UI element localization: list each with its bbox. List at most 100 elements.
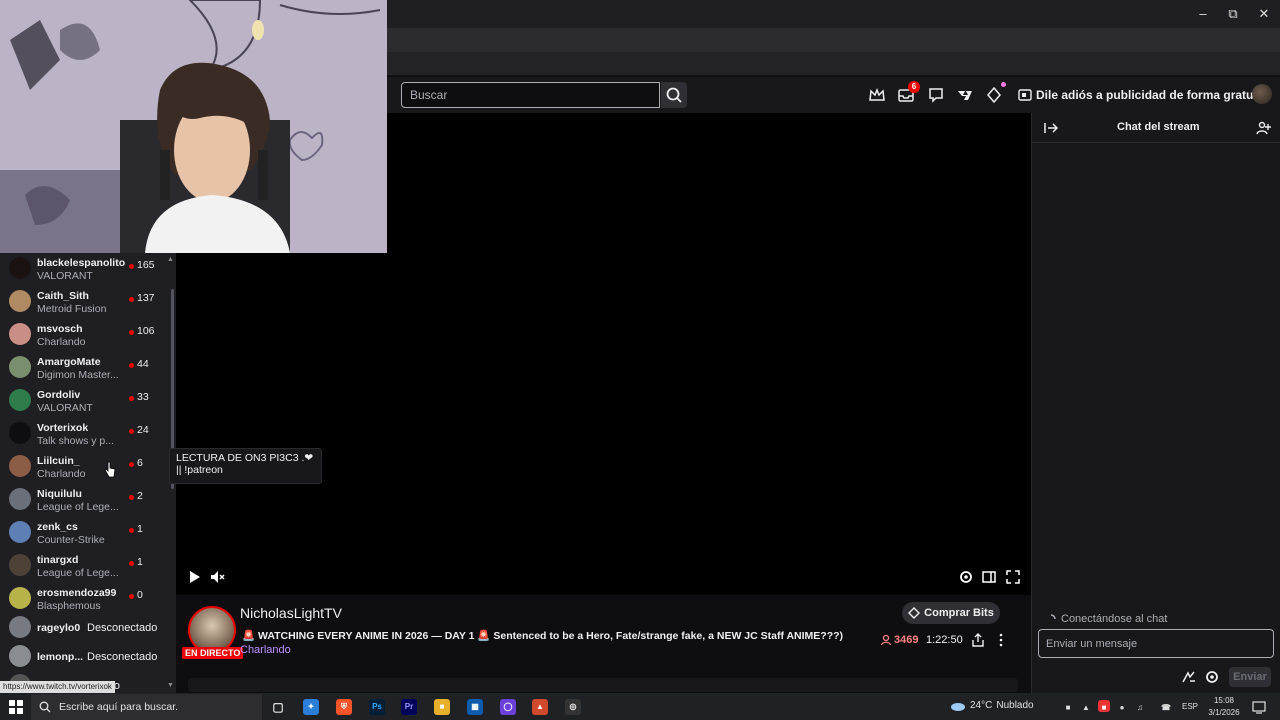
hand-cursor-icon bbox=[104, 461, 116, 478]
channel-viewer-count: 165 bbox=[137, 259, 155, 271]
language-indicator[interactable]: ESP bbox=[1182, 702, 1198, 711]
buy-bits-button[interactable]: Comprar Bits bbox=[902, 602, 1000, 624]
task-view-icon[interactable]: ▢ bbox=[270, 699, 286, 715]
chat-send-button[interactable]: Enviar bbox=[1229, 667, 1271, 687]
channel-avatar bbox=[9, 389, 31, 411]
bits-dot bbox=[1001, 82, 1006, 87]
channel-category: Charlando bbox=[37, 468, 86, 480]
chat-settings-icon[interactable] bbox=[1204, 669, 1220, 685]
channel-avatar bbox=[9, 488, 31, 510]
share-icon[interactable] bbox=[971, 633, 985, 647]
chat-message-input[interactable] bbox=[1038, 629, 1274, 658]
channel-viewer-count: 1 bbox=[137, 556, 143, 568]
channel-avatar bbox=[9, 521, 31, 543]
channel-viewer-count: 0 bbox=[137, 589, 143, 601]
taskbar-clock[interactable]: 15:08 3/1/2026 bbox=[1204, 695, 1244, 719]
bits-cheer-icon[interactable] bbox=[1181, 669, 1197, 685]
more-options-icon[interactable] bbox=[996, 633, 1006, 647]
viewer-count: 3469 bbox=[880, 634, 918, 646]
sidebar-channel[interactable]: AmargoMate Digimon Master... 44 bbox=[0, 352, 176, 385]
sidebar-channel[interactable]: Liilcuin_ Charlando 6 bbox=[0, 451, 176, 484]
channel-name: erosmendoza99 bbox=[37, 587, 117, 599]
theatre-mode-icon[interactable] bbox=[981, 569, 997, 585]
viewer-count-value: 3469 bbox=[894, 634, 919, 646]
sidebar-channel[interactable]: Vorterixok Talk shows y p... 24 bbox=[0, 418, 176, 451]
play-icon[interactable] bbox=[186, 569, 202, 585]
network-icon[interactable]: ☎ bbox=[1160, 700, 1172, 712]
bits-icon[interactable] bbox=[985, 86, 1003, 104]
channel-name: Vorterixok bbox=[37, 422, 89, 434]
app-icon[interactable]: ◯ bbox=[500, 699, 516, 715]
weather-widget[interactable]: 24°C Nublado bbox=[950, 700, 1034, 711]
search-icon bbox=[39, 701, 51, 713]
live-indicator bbox=[129, 429, 134, 434]
notifications-icon[interactable] bbox=[1252, 700, 1266, 714]
app-icon[interactable]: ▲ bbox=[532, 699, 548, 715]
sidebar-channel[interactable]: tinargxd League of Lege... 1 bbox=[0, 550, 176, 583]
sidebar-channel[interactable]: Caith_Sith Metroid Fusion 137 bbox=[0, 286, 176, 319]
minimize-icon[interactable]: – bbox=[1191, 4, 1215, 24]
store-icon[interactable]: ▦ bbox=[467, 699, 483, 715]
sidebar-channel[interactable]: zenk_cs Counter-Strike 1 bbox=[0, 517, 176, 550]
chat-panel bbox=[1031, 113, 1280, 700]
crown-icon[interactable] bbox=[868, 86, 886, 104]
tray-icon[interactable]: ● bbox=[1116, 700, 1128, 712]
obs-icon[interactable]: ◎ bbox=[565, 699, 581, 715]
channel-avatar bbox=[9, 645, 31, 667]
sidebar-channel[interactable]: Niquilulu League of Lege... 2 bbox=[0, 484, 176, 517]
sidebar-channel[interactable]: blackelespanolito VALORANT 165 bbox=[0, 253, 176, 286]
channel-avatar bbox=[9, 257, 31, 279]
fullscreen-icon[interactable] bbox=[1005, 569, 1021, 585]
streamer-name[interactable]: NicholasLightTV bbox=[240, 605, 342, 621]
windows-start-icon[interactable] bbox=[9, 700, 23, 714]
channel-avatar bbox=[9, 455, 31, 477]
ad-free-button[interactable]: Dile adiós a publicidad de forma gratuit… bbox=[1018, 86, 1267, 104]
copilot-icon[interactable]: ✦ bbox=[303, 699, 319, 715]
channel-name: msvosch bbox=[37, 323, 83, 335]
channel-avatar bbox=[9, 422, 31, 444]
channel-name: Gordoliv bbox=[37, 389, 81, 401]
channel-viewer-count: 2 bbox=[137, 490, 143, 502]
whispers-icon[interactable] bbox=[927, 86, 945, 104]
community-icon[interactable] bbox=[1256, 121, 1272, 135]
tray-icon[interactable]: ■ bbox=[1062, 700, 1074, 712]
search-button[interactable] bbox=[661, 82, 687, 108]
search-input[interactable] bbox=[401, 82, 660, 108]
channel-tooltip: LECTURA DE ON3 PI3C3 .❤ || !patreon bbox=[169, 448, 322, 484]
close-icon[interactable]: ✕ bbox=[1252, 4, 1276, 24]
scroll-up-icon[interactable]: ▲ bbox=[167, 256, 174, 263]
taskbar-search[interactable]: Escribe aquí para buscar. bbox=[31, 694, 262, 720]
channel-avatar bbox=[9, 290, 31, 312]
channel-viewer-count: 24 bbox=[137, 424, 149, 436]
channel-category: Digimon Master... bbox=[37, 369, 119, 381]
channel-viewer-count: 44 bbox=[137, 358, 149, 370]
scroll-down-icon[interactable]: ▼ bbox=[167, 682, 174, 689]
sidebar-channel[interactable]: Gordoliv VALORANT 33 bbox=[0, 385, 176, 418]
ad-icon bbox=[1018, 89, 1032, 101]
user-avatar[interactable] bbox=[1252, 84, 1272, 104]
chat-title: Chat del stream bbox=[1117, 121, 1200, 133]
channel-viewer-count: 106 bbox=[137, 325, 155, 337]
tray-icon[interactable]: ■ bbox=[1098, 700, 1110, 712]
restore-icon[interactable]: ⧉ bbox=[1221, 4, 1245, 24]
premiere-icon[interactable]: Pr bbox=[401, 699, 417, 715]
photoshop-icon[interactable]: Ps bbox=[369, 699, 385, 715]
sidebar-channel[interactable]: msvosch Charlando 106 bbox=[0, 319, 176, 352]
channel-name: AmargoMate bbox=[37, 356, 101, 368]
stream-category[interactable]: Charlando bbox=[240, 644, 291, 656]
mute-icon[interactable] bbox=[209, 569, 225, 585]
channel-name: Liilcuin_ bbox=[37, 455, 80, 467]
channel-name: Niquilulu bbox=[37, 488, 82, 500]
volume-icon[interactable]: ♫ bbox=[1134, 700, 1146, 712]
file-explorer-icon[interactable]: ■ bbox=[434, 699, 450, 715]
live-indicator bbox=[129, 594, 134, 599]
live-badge: EN DIRECTO bbox=[182, 647, 244, 659]
settings-icon[interactable] bbox=[958, 569, 974, 585]
live-indicator bbox=[129, 561, 134, 566]
live-indicator bbox=[129, 363, 134, 368]
stream-title: 🚨 WATCHING EVERY ANIME IN 2026 — DAY 1 🚨… bbox=[242, 630, 844, 642]
collapse-chat-icon[interactable] bbox=[1043, 121, 1059, 135]
brave-icon[interactable]: ⛨ bbox=[336, 699, 352, 715]
tray-icon[interactable]: ▲ bbox=[1080, 700, 1092, 712]
turbo-icon[interactable] bbox=[956, 86, 974, 104]
